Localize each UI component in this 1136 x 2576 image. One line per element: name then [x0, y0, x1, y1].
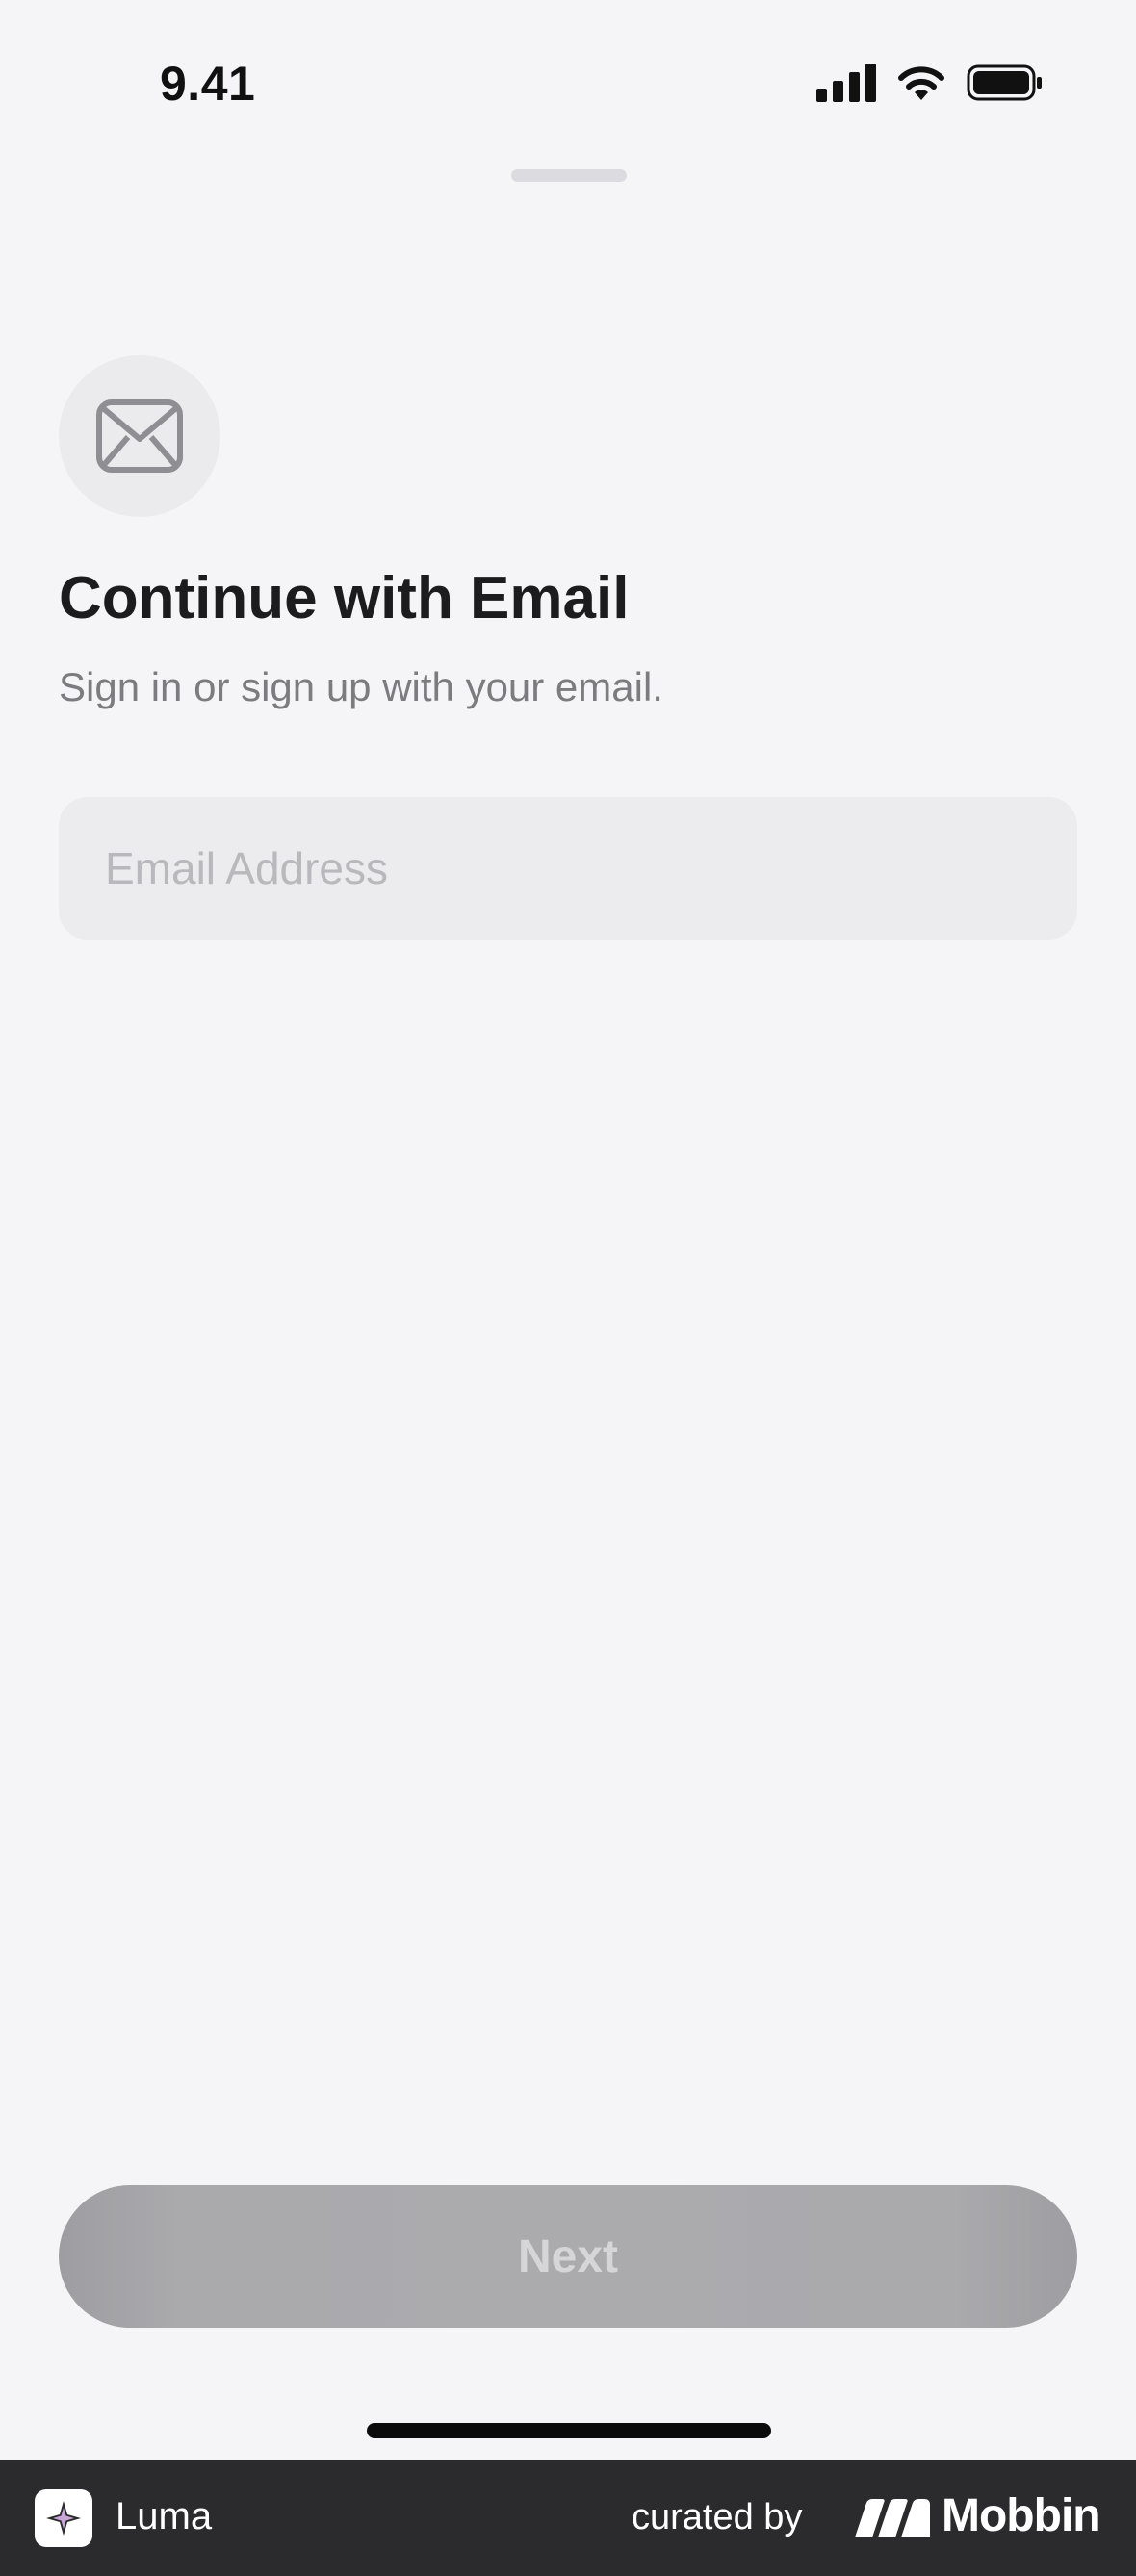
mail-icon-badge	[59, 355, 220, 517]
mobbin-logo-icon	[855, 2499, 930, 2537]
status-icons	[816, 64, 1044, 102]
cellular-signal-icon	[816, 64, 876, 102]
wifi-icon	[898, 66, 944, 100]
status-time: 9.41	[160, 57, 256, 111]
battery-icon	[967, 64, 1042, 101]
email-field[interactable]	[59, 797, 1077, 940]
sparkle-icon	[46, 2501, 81, 2536]
mail-icon	[96, 399, 183, 473]
app-logo	[35, 2489, 92, 2547]
attribution-bar: Luma curated by Mobbin	[0, 2460, 1136, 2576]
home-indicator	[367, 2423, 771, 2438]
sheet-grabber[interactable]	[511, 169, 627, 182]
brand-name: Mobbin	[942, 2490, 1101, 2541]
screen: 9.41 Continue with Email Sign in or sign…	[0, 0, 1136, 2576]
curated-by-label: curated by	[632, 2497, 803, 2537]
next-button[interactable]: Next	[59, 2185, 1077, 2328]
page-title: Continue with Email	[59, 565, 630, 631]
app-name: Luma	[116, 2495, 213, 2537]
page-subtitle: Sign in or sign up with your email.	[59, 664, 663, 709]
